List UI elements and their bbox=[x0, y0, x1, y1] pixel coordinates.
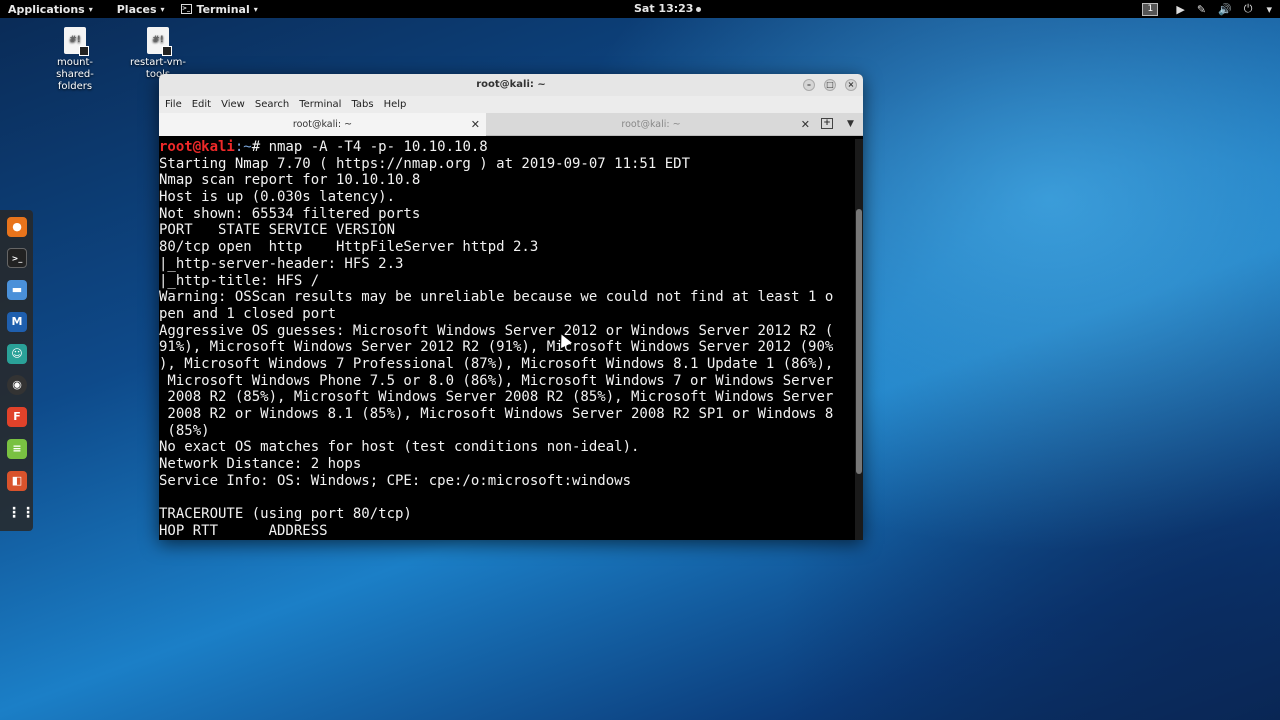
output-line: 2008 R2 or Windows 8.1 (85%), Microsoft … bbox=[159, 406, 834, 422]
notification-dot-icon bbox=[696, 6, 702, 12]
menu-view[interactable]: View bbox=[221, 99, 245, 110]
leafpad-icon[interactable]: ≡ bbox=[7, 439, 27, 459]
output-line: ), Microsoft Windows 7 Professional (87%… bbox=[159, 355, 834, 372]
tools-icon[interactable]: ✎ bbox=[1197, 3, 1206, 16]
output-line: |_http-server-header: HFS 2.3 bbox=[159, 255, 404, 272]
volume-icon[interactable]: 🔊 bbox=[1218, 3, 1232, 16]
menu-terminal[interactable]: Terminal bbox=[299, 99, 341, 110]
desktop-icon-mount-shared-folders[interactable]: #! mount-shared-folders bbox=[37, 27, 113, 93]
output-line: No exact OS matches for host (test condi… bbox=[159, 439, 640, 456]
output-line: 91%), Microsoft Windows Server 2012 R2 (… bbox=[159, 339, 834, 356]
desktop-icon-label: mount-shared-folders bbox=[56, 57, 94, 92]
tab-menu-chevron-down-icon[interactable]: ▼ bbox=[847, 113, 854, 136]
output-line: Service Info: OS: Windows; CPE: cpe:/o:m… bbox=[159, 472, 632, 489]
terminal-app-menu[interactable]: >_ Terminal ▾ bbox=[173, 0, 266, 18]
output-lines: Starting Nmap 7.70 ( https://nmap.org ) … bbox=[159, 156, 855, 540]
terminal-icon: >_ bbox=[180, 4, 192, 14]
output-line: 2008 R2 (85%), Microsoft Windows Server … bbox=[159, 389, 834, 406]
tab-bar: root@kali: ~ ✕ root@kali: ~ ✕ + ▼ bbox=[159, 113, 863, 136]
output-line: Nmap scan report for 10.10.10.8 bbox=[159, 172, 421, 189]
caret-down-icon: ▾ bbox=[88, 4, 93, 14]
workspace-indicator[interactable]: 1 bbox=[1142, 2, 1159, 16]
terminal-scrollbar[interactable] bbox=[855, 139, 863, 540]
caret-down-icon: ▾ bbox=[253, 4, 258, 14]
terminal-window: root@kali: ~ – □ × File Edit View Search… bbox=[159, 74, 863, 540]
output-line: |_http-title: HFS / bbox=[159, 272, 320, 289]
caret-down-icon: ▾ bbox=[160, 4, 165, 14]
top-panel: Applications ▾ Places ▾ >_ Terminal ▾ Sa… bbox=[0, 0, 1280, 18]
video-camera-icon[interactable]: ▶ bbox=[1176, 3, 1184, 16]
scrollbar-thumb[interactable] bbox=[856, 209, 862, 474]
output-line: Warning: OSScan results may be unreliabl… bbox=[159, 289, 834, 306]
output-line: pen and 1 closed port bbox=[159, 305, 337, 322]
clock-label: Sat 13:23 bbox=[634, 2, 694, 15]
clock[interactable]: Sat 13:23 bbox=[634, 0, 702, 18]
script-file-icon: #! bbox=[147, 27, 172, 56]
output-line: TRACEROUTE (using port 80/tcp) bbox=[159, 506, 412, 523]
menu-edit[interactable]: Edit bbox=[192, 99, 211, 110]
prompt-symbol: # bbox=[251, 139, 269, 155]
window-title: root@kali: ~ bbox=[476, 79, 546, 90]
files-icon[interactable]: ▬ bbox=[7, 280, 27, 300]
output-line: Network Distance: 2 hops bbox=[159, 456, 362, 473]
terminal-icon[interactable]: >_ bbox=[7, 248, 27, 268]
show-apps-icon[interactable]: ⋮⋮ bbox=[7, 503, 35, 523]
new-tab-icon[interactable]: + bbox=[821, 118, 833, 129]
close-tab-icon[interactable]: ✕ bbox=[801, 113, 810, 136]
window-titlebar[interactable]: root@kali: ~ – □ × bbox=[159, 74, 863, 96]
output-line: Microsoft Windows Phone 7.5 or 8.0 (86%)… bbox=[159, 372, 834, 389]
power-icon[interactable]: ⏻ bbox=[1244, 2, 1253, 16]
system-menu-caret-icon[interactable]: ▾ bbox=[1266, 3, 1272, 16]
burpsuite-icon[interactable]: F bbox=[7, 407, 27, 427]
maltego-icon[interactable]: ◧ bbox=[7, 471, 27, 491]
places-menu[interactable]: Places ▾ bbox=[109, 0, 173, 18]
minimize-button[interactable]: – bbox=[803, 79, 815, 91]
tab-label: root@kali: ~ bbox=[621, 119, 681, 130]
output-line: Not shown: 65534 filtered ports bbox=[159, 205, 421, 222]
prompt-line: root@kali:~# nmap -A -T4 -p- 10.10.10.8 bbox=[159, 139, 855, 156]
prompt-path: :~ bbox=[234, 139, 252, 155]
tab-2[interactable]: root@kali: ~ ✕ bbox=[486, 113, 816, 136]
menu-file[interactable]: File bbox=[165, 99, 182, 110]
command-text: nmap -A -T4 -p- 10.10.10.8 bbox=[268, 139, 488, 155]
close-button[interactable]: × bbox=[845, 79, 857, 91]
output-line: (85%) bbox=[159, 422, 210, 439]
menu-help[interactable]: Help bbox=[384, 99, 407, 110]
output-line: Host is up (0.030s latency). bbox=[159, 189, 396, 206]
close-tab-icon[interactable]: ✕ bbox=[471, 113, 480, 136]
dock: ● >_ ▬ M ☺ ◉ F ≡ ◧ ⋮⋮ bbox=[0, 210, 35, 531]
applications-menu[interactable]: Applications ▾ bbox=[0, 0, 101, 18]
tab-1[interactable]: root@kali: ~ ✕ bbox=[159, 113, 486, 136]
metasploit-icon[interactable]: M bbox=[7, 312, 27, 332]
output-line: HOP RTT ADDRESS bbox=[159, 522, 328, 539]
menubar: File Edit View Search Terminal Tabs Help bbox=[159, 96, 863, 113]
terminal-menu-label: Terminal bbox=[196, 2, 250, 16]
prompt-user: root@kali bbox=[159, 139, 235, 155]
output-line: Starting Nmap 7.70 ( https://nmap.org ) … bbox=[159, 155, 691, 172]
applications-label: Applications bbox=[8, 2, 85, 16]
output-line: 80/tcp open http HttpFileServer httpd 2.… bbox=[159, 239, 539, 256]
output-line: Aggressive OS guesses: Microsoft Windows… bbox=[159, 322, 834, 339]
faraday-icon[interactable]: ◉ bbox=[7, 375, 27, 395]
places-label: Places bbox=[116, 2, 157, 16]
script-file-icon: #! bbox=[64, 27, 89, 56]
output-line: PORT STATE SERVICE VERSION bbox=[159, 222, 396, 239]
system-tray: 1 ▶ ✎ 🔊 ⏻ ▾ bbox=[1142, 0, 1280, 18]
firefox-icon[interactable]: ● bbox=[7, 217, 27, 237]
terminal-output[interactable]: root@kali:~# nmap -A -T4 -p- 10.10.10.8 … bbox=[159, 139, 855, 540]
maximize-button[interactable]: □ bbox=[824, 79, 836, 91]
tab-label: root@kali: ~ bbox=[292, 119, 353, 130]
menu-search[interactable]: Search bbox=[255, 99, 289, 110]
armitage-icon[interactable]: ☺ bbox=[7, 344, 27, 364]
menu-tabs[interactable]: Tabs bbox=[351, 99, 373, 110]
